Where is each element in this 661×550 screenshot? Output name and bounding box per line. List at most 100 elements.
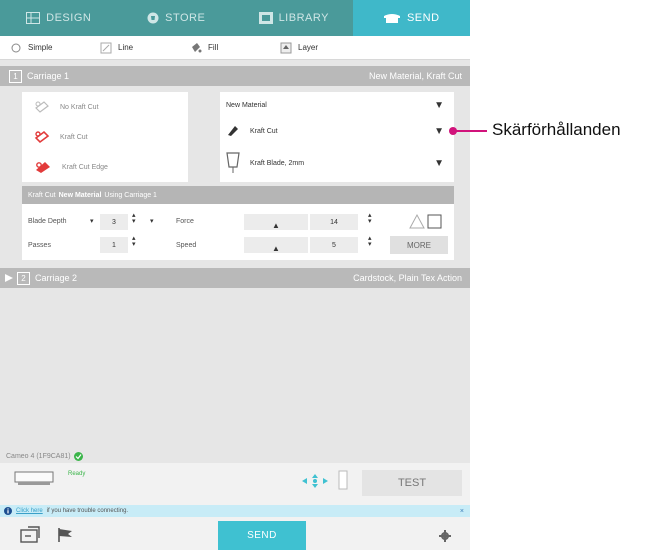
device-status-text: Cameo 4 (1F9CA81) — [6, 452, 71, 460]
chevron-down-icon: ▼ — [434, 99, 444, 111]
tool-select-value: Kraft Blade, 2mm — [250, 159, 305, 167]
carriage-2-header[interactable]: 2 Carriage 2 Cardstock, Plain Tex Action — [0, 268, 470, 288]
speed-slider[interactable]: ▲ — [244, 237, 308, 253]
force-field[interactable]: 14 — [310, 214, 358, 230]
cut-icon — [34, 130, 50, 144]
force-stepper[interactable]: ▴ ▾ — [368, 212, 372, 225]
blade-depth-menu-icon[interactable]: ▾ — [150, 217, 154, 225]
move-arrows-icon[interactable] — [302, 474, 328, 488]
close-icon[interactable]: × — [460, 508, 464, 515]
cut-edge-icon — [36, 162, 50, 173]
carriage-1-number: 1 — [9, 69, 22, 83]
carriage-1-name: Carriage 1 — [27, 71, 70, 81]
cut-option-cut[interactable]: Kraft Cut — [22, 122, 188, 152]
callout-line — [453, 130, 487, 132]
tab-library-label: LIBRARY — [278, 12, 329, 24]
blade-depth-value: 3 — [112, 218, 116, 226]
slider-up-icon: ▲ — [272, 243, 280, 253]
blade-holder-icon — [226, 152, 240, 173]
fill-icon — [190, 42, 202, 54]
library-icon — [258, 12, 273, 24]
cut-settings-selectors: New Material ▼ Kraft Cut ▼ Kraft Blade, … — [220, 92, 454, 182]
layer-icon — [280, 42, 292, 54]
material-bar-prefix: Kraft Cut — [28, 191, 56, 199]
carriage-1-header[interactable]: 1 Carriage 1 New Material, Kraft Cut — [0, 66, 470, 86]
connected-check-icon — [73, 451, 83, 461]
passes-label: Passes — [28, 242, 51, 249]
cut-option-cut-label: Kraft Cut — [60, 133, 88, 141]
speed-stepper[interactable]: ▴ ▾ — [368, 235, 372, 248]
force-slider[interactable]: ▲ — [244, 214, 308, 230]
tab-send-label: SEND — [406, 12, 440, 24]
mode-simple[interactable]: Simple — [0, 42, 90, 54]
tab-store[interactable]: STORE — [118, 0, 236, 36]
more-button[interactable]: MORE — [390, 236, 448, 254]
tab-store-label: STORE — [165, 12, 206, 24]
material-bar-suffix: Using Carriage 1 — [104, 191, 157, 199]
slider-up-icon: ▲ — [272, 220, 280, 230]
action-select[interactable]: Kraft Cut ▼ — [220, 118, 454, 144]
blade-depth-field[interactable]: 3 — [100, 214, 128, 230]
material-bar-material: New Material — [58, 191, 102, 199]
blade-icon — [228, 126, 238, 136]
speed-value: 5 — [332, 241, 336, 249]
mode-layer[interactable]: Layer — [270, 42, 360, 54]
help-link[interactable]: Click here — [16, 508, 43, 514]
cut-option-no-cut[interactable]: No Kraft Cut — [22, 92, 188, 122]
send-cutter-icon — [383, 14, 400, 23]
carriage-2-number: 2 — [17, 271, 30, 285]
more-button-label: MORE — [407, 240, 431, 250]
speed-field[interactable]: 5 — [310, 237, 358, 253]
cut-option-no-cut-label: No Kraft Cut — [60, 103, 99, 111]
tab-design[interactable]: DESIGN — [0, 0, 118, 36]
info-icon — [4, 507, 12, 515]
store-icon — [147, 12, 159, 24]
chevron-down-icon: ▼ — [434, 125, 444, 137]
cut-option-cut-edge[interactable]: Kraft Cut Edge — [22, 152, 188, 182]
cut-option-cut-edge-label: Kraft Cut Edge — [62, 163, 108, 171]
speed-label: Speed — [176, 242, 197, 249]
gear-icon[interactable] — [439, 530, 451, 542]
mode-fill-label: Fill — [208, 43, 219, 52]
no-cut-icon — [35, 101, 49, 113]
design-grid-icon — [26, 12, 41, 24]
blade-depth-label: Blade Depth — [28, 218, 67, 225]
mode-selector: Simple Line Fill Layer — [0, 36, 470, 60]
material-select[interactable]: New Material ▼ — [220, 92, 454, 118]
mode-simple-label: Simple — [28, 43, 53, 52]
blade-depth-stepper[interactable]: ▴ ▾ — [132, 212, 136, 225]
tool-select[interactable]: Kraft Blade, 2mm ▼ — [220, 148, 454, 178]
connection-info-bar: Click here if you have trouble connectin… — [0, 505, 470, 517]
force-label: Force — [176, 218, 194, 225]
mode-line-label: Line — [118, 43, 134, 52]
passes-value: 1 — [112, 241, 116, 249]
tab-library[interactable]: LIBRARY — [235, 0, 353, 36]
callout-dot — [449, 127, 457, 135]
test-button[interactable]: TEST — [362, 470, 462, 496]
simple-radio-icon — [10, 42, 22, 54]
silhouette-send-panel: DESIGN STORE LIBRARY SEND Simple Line Fi… — [0, 0, 470, 550]
blade-depth-dropdown-icon[interactable]: ▾ — [90, 217, 94, 225]
shape-outline-icon[interactable] — [408, 212, 444, 230]
send-to-device-icon[interactable] — [20, 526, 40, 544]
mode-fill[interactable]: Fill — [180, 42, 270, 54]
top-navigation: DESIGN STORE LIBRARY SEND — [0, 0, 470, 36]
send-button-label: SEND — [247, 530, 277, 541]
position-indicator-icon — [338, 470, 348, 490]
carriage-1-summary: New Material, Kraft Cut — [368, 71, 462, 81]
passes-stepper[interactable]: ▴ ▾ — [132, 235, 136, 248]
material-summary-bar: Kraft Cut New Material Using Carriage 1 — [22, 186, 454, 204]
flag-icon[interactable] — [56, 527, 74, 543]
test-button-label: TEST — [397, 477, 427, 489]
carriage-2-name: Carriage 2 — [35, 273, 78, 283]
ready-label: Ready — [68, 471, 86, 477]
device-status: Cameo 4 (1F9CA81) — [0, 449, 470, 463]
cut-type-list: No Kraft Cut Kraft Cut Kraft Cut Edge — [22, 92, 188, 182]
action-select-value: Kraft Cut — [250, 127, 278, 135]
tab-design-label: DESIGN — [46, 12, 92, 24]
mode-line[interactable]: Line — [90, 42, 180, 54]
send-button[interactable]: SEND — [218, 521, 306, 550]
mode-layer-label: Layer — [298, 43, 319, 52]
tab-send[interactable]: SEND — [352, 0, 470, 36]
passes-field[interactable]: 1 — [100, 237, 128, 253]
